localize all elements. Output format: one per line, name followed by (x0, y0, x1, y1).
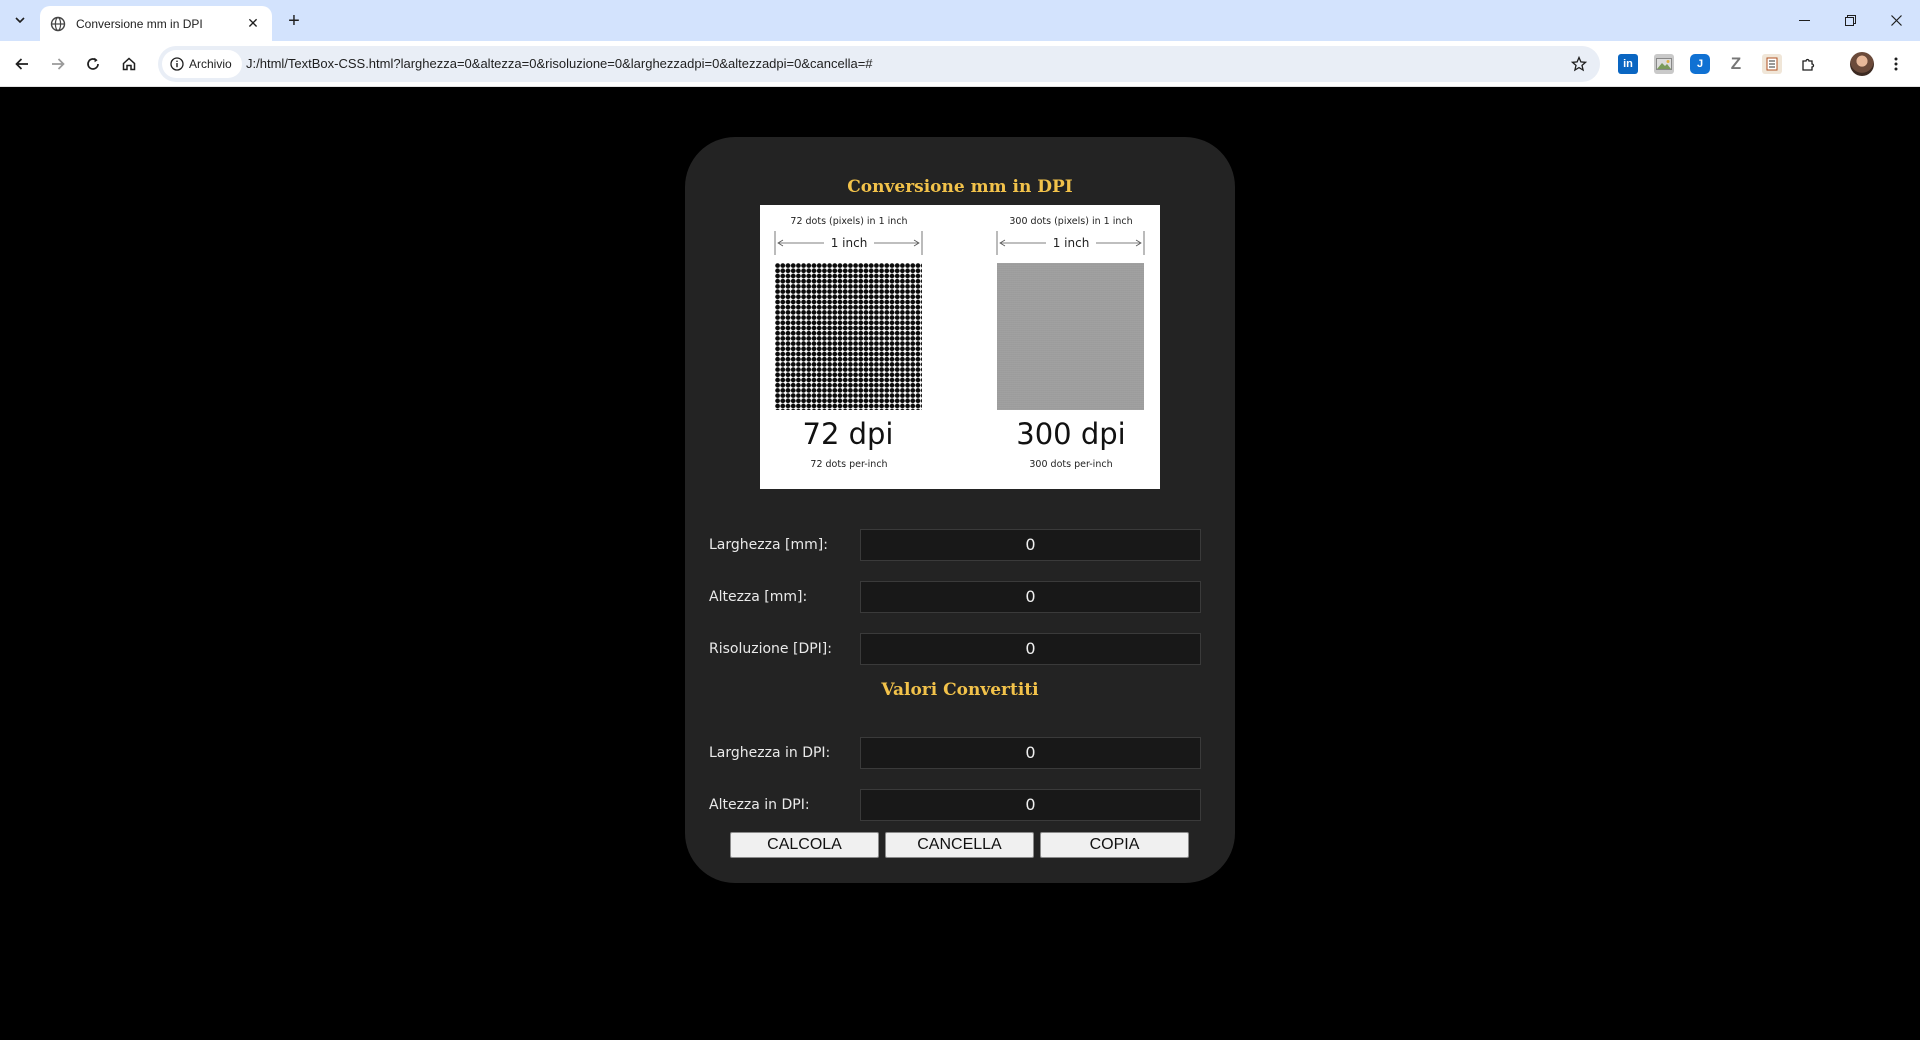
left-ruler-label: 1 inch (831, 236, 868, 250)
site-chip-label: Archivio (189, 57, 232, 71)
converted-values-title: Valori Convertiti (881, 680, 1039, 700)
joplin-icon[interactable]: J (1690, 54, 1710, 74)
calcola-button[interactable]: CALCOLA (730, 832, 879, 858)
larghezza-input[interactable]: 0 (860, 529, 1201, 561)
cancella-button[interactable]: CANCELLA (885, 832, 1034, 858)
tab-title: Conversione mm in DPI (76, 16, 203, 31)
larghezza-label: Larghezza [mm]: (709, 537, 828, 553)
left-small-label: 72 dots per-inch (810, 459, 887, 470)
page-viewport: Conversione mm in DPI 72 dots (pixels) i… (0, 87, 1920, 1040)
close-icon (1890, 15, 1902, 26)
button-bar: CALCOLA CANCELLA COPIA (730, 832, 1190, 858)
altezza-dpi-label: Altezza in DPI: (709, 797, 810, 813)
reader-icon[interactable] (1762, 54, 1782, 74)
puzzle-icon[interactable] (1798, 54, 1818, 74)
home-icon (122, 57, 136, 71)
altezza-dpi-output[interactable]: 0 (860, 789, 1201, 821)
copia-button[interactable]: COPIA (1040, 832, 1189, 858)
minimize-button[interactable] (1781, 0, 1827, 41)
reload-icon (87, 57, 99, 70)
profile-avatar[interactable] (1850, 52, 1874, 76)
dots-72-grid (775, 263, 922, 410)
forward-button[interactable] (44, 50, 72, 78)
back-button[interactable] (8, 50, 36, 78)
larghezza-dpi-label: Larghezza in DPI: (709, 745, 831, 761)
left-big-label: 72 dpi (803, 417, 894, 451)
risoluzione-label: Risoluzione [DPI]: (709, 641, 832, 657)
altezza-label: Altezza [mm]: (709, 589, 808, 605)
page-title: Conversione mm in DPI (847, 177, 1073, 197)
linkedin-icon[interactable]: in (1618, 54, 1638, 74)
image-glyph (1656, 58, 1672, 70)
more-vert-icon (1894, 57, 1898, 71)
image-icon[interactable] (1654, 54, 1674, 74)
altezza-row: Altezza [mm]: 0 (709, 581, 1201, 613)
bookmark-button[interactable] (1568, 53, 1590, 75)
star-icon (1571, 56, 1587, 72)
right-caption: 300 dots (pixels) in 1 inch (1009, 216, 1132, 227)
browser-toolbar: Archivio J:/html/TextBox-CSS.html?larghe… (0, 41, 1920, 87)
dpi-comparison-image: 72 dots (pixels) in 1 inch 1 inch 72 dpi… (774, 216, 1145, 470)
new-tab-button[interactable]: + (282, 9, 306, 33)
altezza-input[interactable]: 0 (860, 581, 1201, 613)
extensions-glyph (1802, 58, 1815, 71)
info-icon (170, 57, 184, 71)
larghezza-dpi-row: Larghezza in DPI: 0 (709, 737, 1201, 769)
risoluzione-row: Risoluzione [DPI]: 0 (709, 633, 1201, 665)
site-info-chip[interactable]: Archivio (162, 50, 242, 78)
url-text[interactable]: J:/html/TextBox-CSS.html?larghezza=0&alt… (246, 46, 873, 82)
reload-button[interactable] (79, 50, 107, 78)
zotero-icon[interactable]: Z (1726, 54, 1746, 74)
tab-search-button[interactable] (8, 8, 32, 32)
address-bar[interactable]: Archivio J:/html/TextBox-CSS.html?larghe… (158, 46, 1600, 82)
tab-strip: Conversione mm in DPI ✕ + (0, 0, 1920, 41)
menu-button[interactable] (1882, 50, 1910, 78)
right-small-label: 300 dots per-inch (1029, 459, 1112, 470)
larghezza-row: Larghezza [mm]: 0 (709, 529, 1201, 561)
larghezza-dpi-output[interactable]: 0 (860, 737, 1201, 769)
minimize-icon (1798, 20, 1810, 21)
dpi-illustration: 72 dots (pixels) in 1 inch 1 inch 72 dpi… (760, 205, 1160, 489)
right-big-label: 300 dpi (1016, 417, 1125, 451)
active-tab[interactable]: Conversione mm in DPI ✕ (40, 6, 272, 41)
globe-icon (50, 16, 66, 31)
home-button[interactable] (115, 50, 143, 78)
close-window-button[interactable] (1873, 0, 1919, 41)
chevron-down-icon (15, 17, 25, 23)
arrow-left-icon (15, 58, 28, 70)
restore-button[interactable] (1827, 0, 1873, 41)
arrow-right-icon (52, 58, 65, 70)
reader-glyph (1766, 57, 1778, 71)
right-ruler-label: 1 inch (1053, 236, 1090, 250)
left-caption: 72 dots (pixels) in 1 inch (790, 216, 907, 227)
restore-icon (1844, 15, 1856, 26)
converter-card: Conversione mm in DPI 72 dots (pixels) i… (685, 137, 1235, 883)
risoluzione-input[interactable]: 0 (860, 633, 1201, 665)
close-tab-icon[interactable]: ✕ (244, 15, 262, 33)
altezza-dpi-row: Altezza in DPI: 0 (709, 789, 1201, 821)
dots-300-grid (997, 263, 1144, 410)
